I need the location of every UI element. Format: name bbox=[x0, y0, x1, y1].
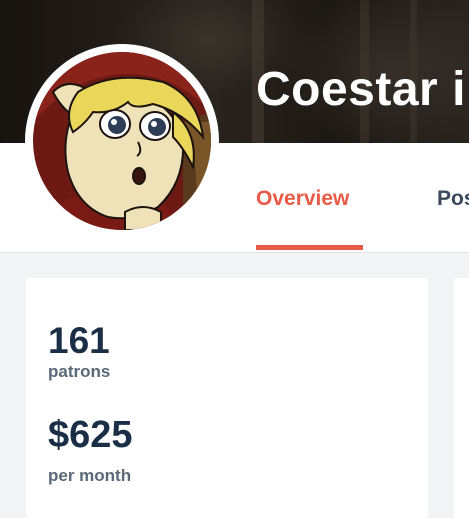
avatar[interactable] bbox=[25, 44, 219, 238]
tab-posts[interactable]: Pos bbox=[437, 186, 469, 212]
avatar-image bbox=[33, 52, 211, 230]
monthly-earnings-label: per month bbox=[48, 466, 132, 485]
patron-count: 161 bbox=[48, 320, 110, 361]
side-card bbox=[454, 278, 469, 518]
tab-overview[interactable]: Overview bbox=[256, 186, 349, 212]
stats-card: 161 patrons $625 per month bbox=[26, 278, 428, 518]
monthly-earnings: $625 bbox=[48, 414, 133, 456]
patron-count-label: patrons bbox=[48, 362, 111, 381]
active-tab-indicator bbox=[256, 245, 363, 250]
page-title: Coestar i bbox=[256, 63, 466, 116]
